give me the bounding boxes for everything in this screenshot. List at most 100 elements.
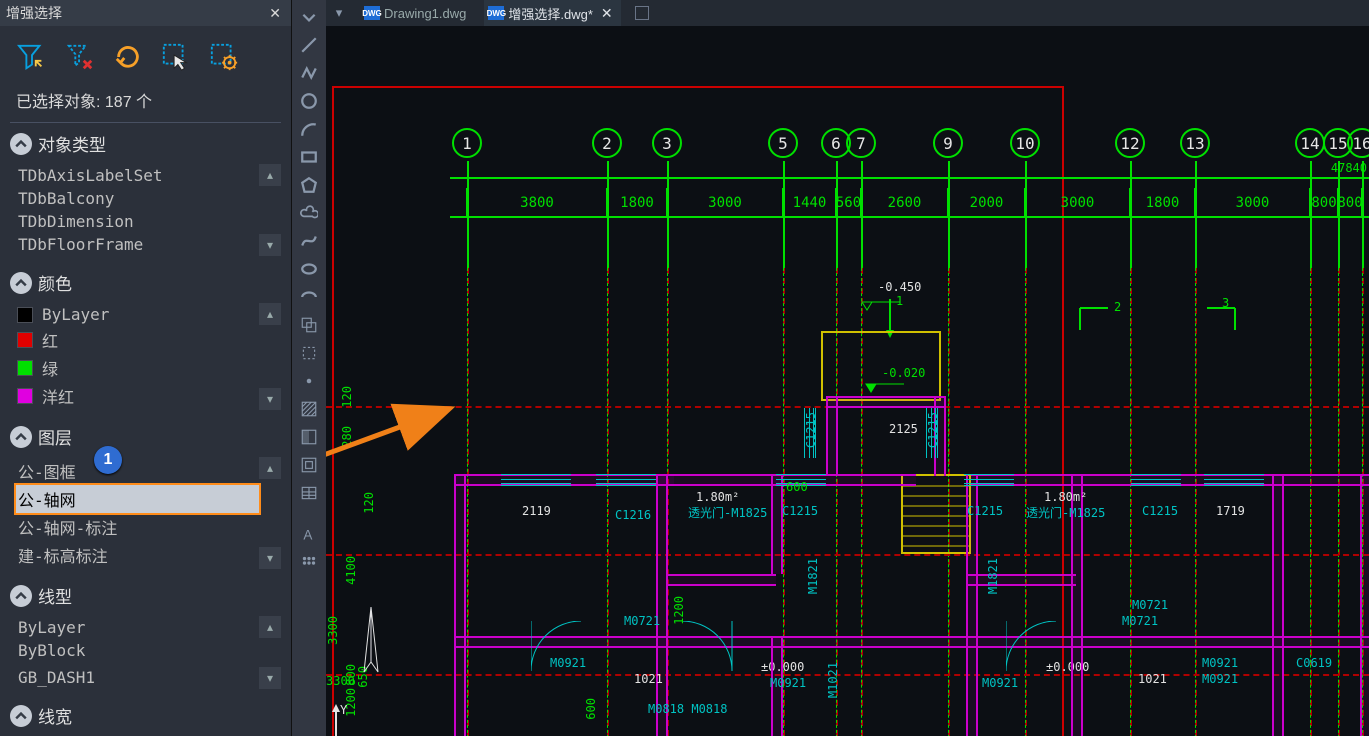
axis-bubble: 1 [452, 128, 482, 158]
color-list[interactable]: ByLayer 红 绿 洋红 [16, 303, 259, 410]
axis-line [861, 161, 863, 271]
table-icon[interactable] [298, 482, 320, 504]
polygon-icon[interactable] [298, 174, 320, 196]
select-cursor-button[interactable] [158, 40, 194, 74]
axis-bubble: 13 [1180, 128, 1210, 158]
chevron-up-icon [10, 272, 32, 294]
region-icon[interactable] [298, 454, 320, 476]
document-tabbar: ▾ DWG Drawing1.dwg DWG 增强选择.dwg* ✕ [326, 0, 1369, 26]
svg-text:Y: Y [340, 703, 348, 717]
gradient-icon[interactable] [298, 426, 320, 448]
object-type-list[interactable]: TDbAxisLabelSet TDbBalcony TDbDimension … [16, 164, 259, 256]
cloud-icon[interactable] [298, 202, 320, 224]
hatch-icon[interactable] [298, 398, 320, 420]
refresh-button[interactable] [110, 40, 146, 74]
axis-top-right: 47840 [1331, 161, 1367, 175]
axis-line [1025, 161, 1027, 271]
scroll-up-button[interactable]: ▴ [259, 303, 281, 325]
scroll-up-button[interactable]: ▴ [259, 616, 281, 638]
ellipse-arc-icon[interactable] [298, 286, 320, 308]
axis-line [1310, 161, 1312, 271]
dimension-label: 2600 [888, 195, 922, 211]
new-tab-button[interactable] [635, 6, 649, 20]
linetype-list[interactable]: ByLayer ByBlock GB_DASH1 [16, 616, 259, 689]
layer-item[interactable]: 公-轴网-标注 [16, 513, 259, 541]
selection-status: 已选择对象: 187 个 [0, 84, 291, 122]
layer-item[interactable]: 公-图框 [16, 457, 259, 485]
tab-enhanced-select[interactable]: DWG 增强选择.dwg* ✕ [484, 0, 620, 26]
scroll-down-button[interactable]: ▾ [259, 667, 281, 689]
ellipse-icon[interactable] [298, 258, 320, 280]
section-linetype-header[interactable]: 线型 [0, 575, 291, 616]
dimension-label: 800 [1337, 195, 1362, 211]
axis-bubble: 12 [1115, 128, 1145, 158]
circle-icon[interactable] [298, 90, 320, 112]
filter-apply-button[interactable] [14, 40, 50, 74]
arc-icon[interactable] [298, 118, 320, 140]
text-icon[interactable]: A [298, 524, 320, 546]
scroll-up-button[interactable]: ▴ [259, 164, 281, 186]
list-item[interactable]: TDbDimension [16, 210, 259, 233]
dimension-label: 3000 [708, 195, 742, 211]
section-layer-header[interactable]: 图层 [0, 416, 291, 457]
scroll-down-button[interactable]: ▾ [259, 234, 281, 256]
drawing-canvas[interactable]: 1238003180053000614407560926001020001230… [326, 26, 1369, 736]
section-color-header[interactable]: 颜色 [0, 262, 291, 303]
insert-block-icon[interactable] [298, 314, 320, 336]
filter-cancel-button[interactable] [62, 40, 98, 74]
axis-line [1362, 161, 1364, 271]
axis-bubble: 16 [1347, 128, 1369, 158]
list-item[interactable]: ByLayer [16, 616, 259, 639]
color-swatch [18, 333, 32, 347]
tab-drawing1[interactable]: DWG Drawing1.dwg [360, 0, 470, 26]
axis-line [667, 161, 669, 271]
layer-item[interactable]: 建-标高标注 [16, 541, 259, 569]
draw-toolstrip: A [292, 0, 326, 736]
section-lineweight-header[interactable]: 线宽 [0, 695, 291, 736]
axis-bubble: 5 [768, 128, 798, 158]
section-object-type-header[interactable]: 对象类型 [0, 123, 291, 164]
list-item[interactable]: GB_DASH1 [16, 666, 259, 689]
dimension-label: 3000 [1236, 195, 1270, 211]
tab-label: 增强选择.dwg* [508, 4, 593, 23]
chevron-up-icon [10, 426, 32, 448]
list-item[interactable]: ByBlock [16, 639, 259, 662]
list-item[interactable]: 洋红 [16, 382, 259, 410]
point-icon[interactable] [298, 370, 320, 392]
line-icon[interactable] [298, 34, 320, 56]
dropdown-icon[interactable] [298, 6, 320, 28]
color-swatch [18, 361, 32, 375]
axis-line [607, 161, 609, 271]
tab-menu-icon[interactable]: ▾ [332, 6, 346, 20]
list-item[interactable]: ByLayer [16, 303, 259, 326]
color-swatch [18, 308, 32, 322]
list-item[interactable]: 红 [16, 326, 259, 354]
dwg-icon: DWG [364, 6, 380, 20]
axis-line [783, 161, 785, 271]
list-item[interactable]: TDbAxisLabelSet [16, 164, 259, 187]
list-item[interactable]: TDbBalcony [16, 187, 259, 210]
axis-bubble: 9 [933, 128, 963, 158]
list-item[interactable]: TDbFloorFrame [16, 233, 259, 256]
grip-icon[interactable] [298, 552, 320, 574]
axis-bubble: 2 [592, 128, 622, 158]
make-block-icon[interactable] [298, 342, 320, 364]
scroll-up-button[interactable]: ▴ [259, 457, 281, 479]
scroll-down-button[interactable]: ▾ [259, 388, 281, 410]
compass-icon [346, 602, 396, 692]
list-item[interactable]: 绿 [16, 354, 259, 382]
layer-item-selected[interactable]: 公-轴网 [16, 485, 259, 513]
tab-close-button[interactable]: ✕ [597, 5, 617, 22]
dimension-label: 560 [836, 195, 861, 211]
spline-icon[interactable] [298, 230, 320, 252]
layer-list[interactable]: 公-图框 公-轴网 公-轴网-标注 建-标高标注 [16, 457, 259, 569]
rectangle-icon[interactable] [298, 146, 320, 168]
axis-line [1195, 161, 1197, 271]
scroll-down-button[interactable]: ▾ [259, 547, 281, 569]
dimension-label: 1440 [793, 195, 827, 211]
chevron-up-icon [10, 133, 32, 155]
select-settings-button[interactable] [206, 40, 242, 74]
polyline-icon[interactable] [298, 62, 320, 84]
panel-close-button[interactable]: ✕ [265, 5, 285, 22]
tab-label: Drawing1.dwg [384, 6, 466, 21]
